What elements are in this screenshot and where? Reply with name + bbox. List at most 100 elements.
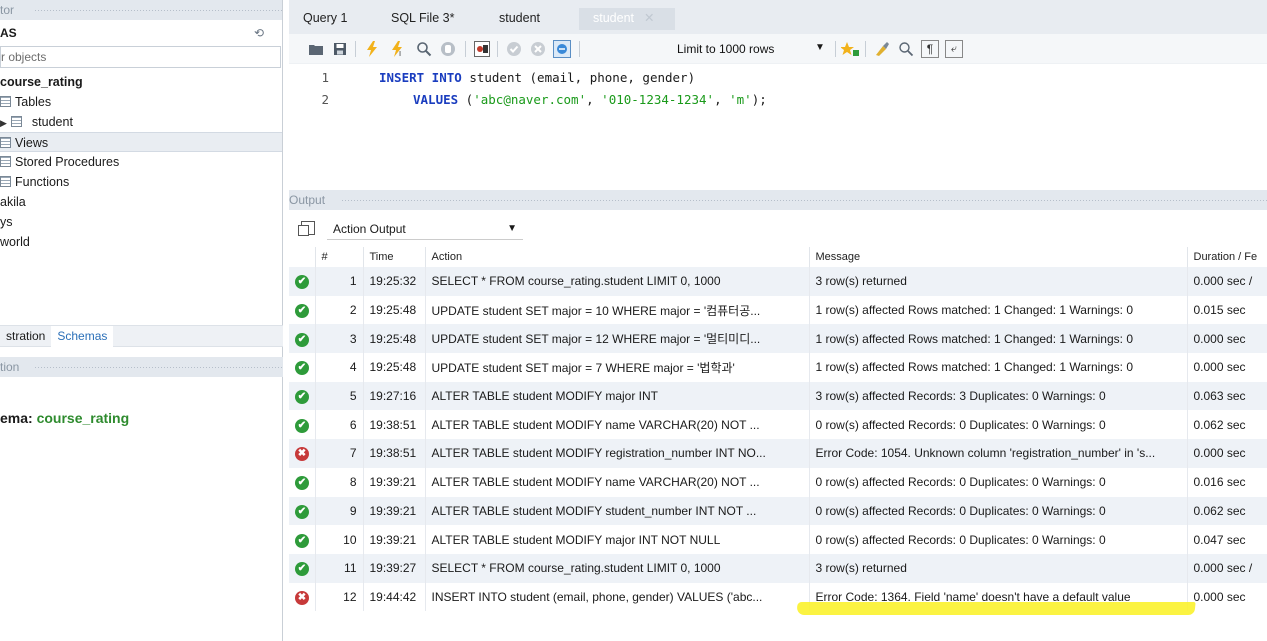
execute-current-icon[interactable]: I [389,40,407,58]
table-row[interactable]: ✔ 6 19:38:51 ALTER TABLE student MODIFY nam… [289,410,1267,440]
status-cell: ✔ [289,525,316,554]
limit-rows-select[interactable]: Limit to 1000 rows [677,42,774,56]
column-header-num[interactable]: # [315,247,364,267]
row-time: 19:38:51 [363,410,426,440]
column-header-action[interactable]: Action [425,247,810,267]
output-header: Output [289,190,1267,210]
output-type-label: Action Output [333,222,406,236]
table-row[interactable]: ✔ 5 19:27:16 ALTER TABLE student MODIFY maj… [289,381,1267,411]
tab-student[interactable]: student [485,8,554,30]
invisible-chars-icon[interactable]: ¶ [921,40,939,58]
tab-schemas[interactable]: Schemas [51,326,114,347]
tree-item-stored-procedures[interactable]: Stored Procedures [0,152,282,172]
table-row[interactable]: ✔ 11 19:39:27 SELECT * FROM course_rating.s… [289,553,1267,583]
table-row[interactable]: ✔ 3 19:25:48 UPDATE student SET major = 12 … [289,324,1267,354]
tree-item-course-rating[interactable]: course_rating [0,72,282,92]
auto-commit-icon[interactable] [553,40,571,58]
row-number: 4 [315,353,364,382]
tab-label: student [593,11,635,25]
status-cell: ✔ [289,324,316,354]
navigator-panel: tor AS ⟲ r objects course_rating Tables … [0,0,283,641]
sql-editor[interactable]: 1 INSERT INTO student (email, phone, gend… [289,64,1267,179]
tree-item-label: Views [15,136,49,150]
table-row[interactable]: ✔ 1 19:25:32 SELECT * FROM course_rating.st… [289,267,1267,296]
table-row[interactable]: ✔ 9 19:39:21 ALTER TABLE student MODIFY stu… [289,496,1267,526]
copy-icon[interactable] [298,221,315,236]
filter-objects-input[interactable]: r objects [0,46,281,68]
column-header-duration[interactable]: Duration / Fe [1187,247,1267,267]
row-number: 11 [315,553,364,583]
column-header-message[interactable]: Message [809,247,1188,267]
row-message: 1 row(s) affected Rows matched: 1 Change… [809,295,1188,325]
column-header-time[interactable]: Time [363,247,426,267]
refresh-icon[interactable]: ⟲ [254,20,264,46]
wrap-lines-icon[interactable]: ⤶ [945,40,963,58]
tab-label: student [499,11,541,25]
row-time: 19:38:51 [363,439,426,468]
row-action: UPDATE student SET major = 12 WHERE majo… [425,324,810,354]
tree-item-sys[interactable]: ys [0,212,282,232]
code-string: '010-1234-1234' [601,92,715,107]
output-type-select[interactable]: Action Output ▼ [327,218,523,240]
success-check-icon: ✔ [295,332,309,347]
code-string: 'm' [729,92,752,107]
success-check-icon: ✔ [295,533,309,548]
row-number: 8 [315,467,364,497]
execute-icon[interactable] [363,40,381,58]
tree-item-label: akila [0,195,26,209]
row-duration: 0.016 sec [1187,467,1267,497]
save-icon[interactable] [331,40,349,58]
row-time: 19:25:48 [363,353,426,382]
row-duration: 0.015 sec [1187,295,1267,325]
status-cell: ✔ [289,267,316,296]
status-cell: ✖ [289,582,316,612]
tree-item-tables[interactable]: Tables [0,92,282,112]
open-folder-icon[interactable] [307,40,325,58]
status-cell: ✔ [289,496,316,526]
explain-icon[interactable] [415,40,433,58]
success-check-icon: ✔ [295,562,309,577]
table-row[interactable]: ✔ 2 19:25:48 UPDATE student SET major = 10 … [289,295,1267,325]
row-time: 19:44:42 [363,582,426,612]
output-toolbar: Action Output ▼ [289,216,1267,242]
table-row[interactable]: ✖ 7 19:38:51 ALTER TABLE student MODIFY reg… [289,439,1267,468]
table-header-row: # Time Action Message Duration / Fe [289,247,1267,267]
schema-info: ema: course_rating [0,410,129,426]
tree-item-label: ys [0,215,13,229]
table-row[interactable]: ✔ 10 19:39:21 ALTER TABLE student MODIFY ma… [289,525,1267,554]
stop-icon[interactable] [439,40,457,58]
tree-item-functions[interactable]: Functions [0,172,282,192]
column-header-status[interactable] [289,247,316,267]
chevron-down-icon[interactable]: ▼ [815,42,825,53]
status-cell: ✖ [289,439,316,468]
tab-query-1[interactable]: Query 1 [289,8,361,30]
close-icon[interactable]: ✕ [644,11,654,25]
toggle-output-icon[interactable] [473,40,491,58]
tab-student-active[interactable]: student ✕ [579,8,675,30]
chevron-down-icon: ▼ [507,223,517,234]
format-brush-icon[interactable] [873,40,891,58]
row-number: 10 [315,525,364,554]
highlight-mark [796,602,1196,615]
tab-administration[interactable]: stration [0,326,51,347]
row-message: 0 row(s) affected Records: 0 Duplicates:… [809,410,1188,440]
row-message: 3 row(s) returned [809,267,1188,296]
tab-sql-file-3[interactable]: SQL File 3* [377,8,468,30]
tree-item-world[interactable]: world [0,232,282,252]
row-message: Error Code: 1054. Unknown column 'regist… [809,439,1188,468]
information-header-label: tion [0,360,20,374]
commit-icon[interactable] [505,40,523,58]
row-action: ALTER TABLE student MODIFY name VARCHAR(… [425,410,810,440]
row-duration: 0.062 sec [1187,410,1267,440]
success-check-icon: ✔ [295,504,309,519]
beautify-icon[interactable] [841,40,859,58]
rollback-icon[interactable] [529,40,547,58]
tree-item-views[interactable]: Views [0,132,282,152]
find-icon[interactable] [897,40,915,58]
code-text: ( [458,92,474,107]
tree-item-student[interactable]: ▶ student [0,112,282,132]
table-row[interactable]: ✔ 8 19:39:21 ALTER TABLE student MODIFY nam… [289,467,1267,497]
expand-arrow-icon[interactable]: ▶ [0,113,7,133]
table-row[interactable]: ✔ 4 19:25:48 UPDATE student SET major = 7 W… [289,353,1267,382]
tree-item-sakila[interactable]: akila [0,192,282,212]
